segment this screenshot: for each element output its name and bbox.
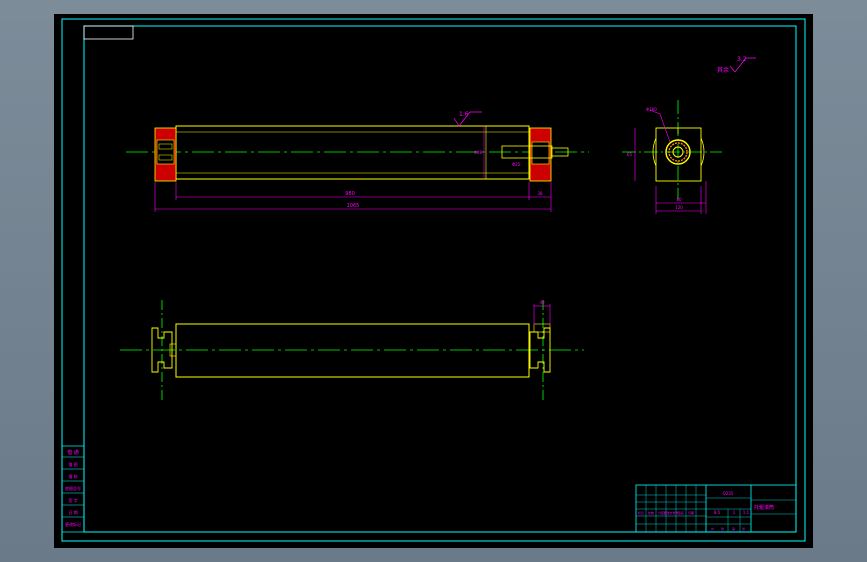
revision-row: 底图总号 (65, 485, 81, 491)
plan-view (120, 300, 584, 400)
outer-frame (61, 18, 806, 542)
sheet-label: 张 (742, 526, 745, 531)
roughness-corner-value: 3.2 (737, 56, 747, 63)
side-outline (655, 127, 702, 182)
sign-label: 标记 (638, 510, 644, 515)
roughness-corner-label: 其余 (717, 66, 729, 74)
drawing-sheet[interactable]: 980 1065 38 Φ48 Φ25 1.6 Φ160 65 80 120 3… (54, 14, 813, 548)
sign-label: 签名 (678, 510, 684, 515)
revision-header: 借 通 (67, 449, 79, 456)
dim-section-height-text: 65 (627, 152, 633, 157)
dim-shaft-text: Φ25 (512, 162, 521, 167)
dim-outer-text: 1065 (347, 203, 360, 209)
code-box (83, 25, 134, 40)
revision-row: 描 图 (68, 461, 77, 467)
dim-section-dia-text: Φ160 (646, 107, 657, 112)
material-text: Q235 (723, 491, 734, 496)
roughness-top-text: 1.6 (459, 111, 469, 118)
weight-text: 8.5 (714, 510, 721, 515)
dim-plan-end-text: 40 (539, 300, 545, 305)
sheet-label: 第 (732, 526, 735, 531)
revision-row: 更改标记 (65, 521, 81, 527)
dim-bore-text: Φ48 (474, 150, 483, 155)
sign-label: 处数 (648, 510, 654, 515)
inner-border (83, 25, 797, 533)
qty-text: 1 (733, 510, 736, 515)
sign-label: 更改文件号 (663, 510, 678, 515)
dim-inner-text: 980 (345, 191, 355, 197)
revision-row: 签 字 (68, 497, 77, 503)
cad-viewport[interactable]: 980 1065 38 Φ48 Φ25 1.6 Φ160 65 80 120 3… (0, 0, 867, 562)
dim-section-bottom-text: 80 (676, 197, 682, 202)
sheet-label: 共 (711, 526, 714, 531)
side-view (622, 100, 722, 214)
dim-end-right-text: 38 (537, 191, 543, 196)
revision-row: 日 期 (68, 509, 77, 515)
sign-label: 日期 (688, 510, 694, 515)
revision-row: 描 校 (68, 473, 77, 479)
plan-tube (175, 323, 530, 378)
scale-text: 1:1 (743, 510, 750, 515)
drawing-name-text: 托辊滚筒 (754, 504, 774, 511)
dim-section-width-text: 120 (675, 205, 683, 210)
sheet-label: 张 (721, 526, 724, 531)
drawing-svg: 980 1065 38 Φ48 Φ25 1.6 Φ160 65 80 120 3… (61, 18, 806, 542)
